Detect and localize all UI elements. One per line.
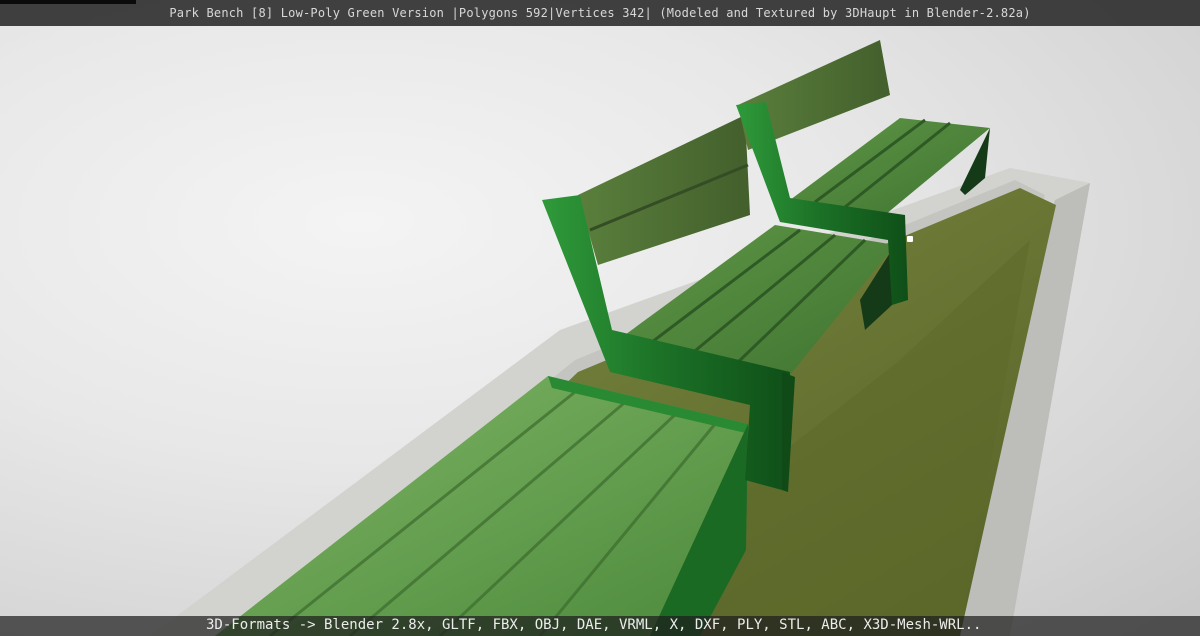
title-bar: Park Bench [8] Low-Poly Green Version |P… <box>0 0 1200 26</box>
formats-caption-bar: 3D-Formats -> Blender 2.8x, GLTF, FBX, O… <box>0 616 1200 636</box>
title-bar-corner <box>0 0 136 4</box>
3d-viewport[interactable] <box>0 0 1200 636</box>
park-bench-render <box>150 40 1090 636</box>
formats-caption: 3D-Formats -> Blender 2.8x, GLTF, FBX, O… <box>206 617 982 633</box>
mouse-cursor <box>907 236 913 242</box>
window-title: Park Bench [8] Low-Poly Green Version |P… <box>169 6 1031 20</box>
